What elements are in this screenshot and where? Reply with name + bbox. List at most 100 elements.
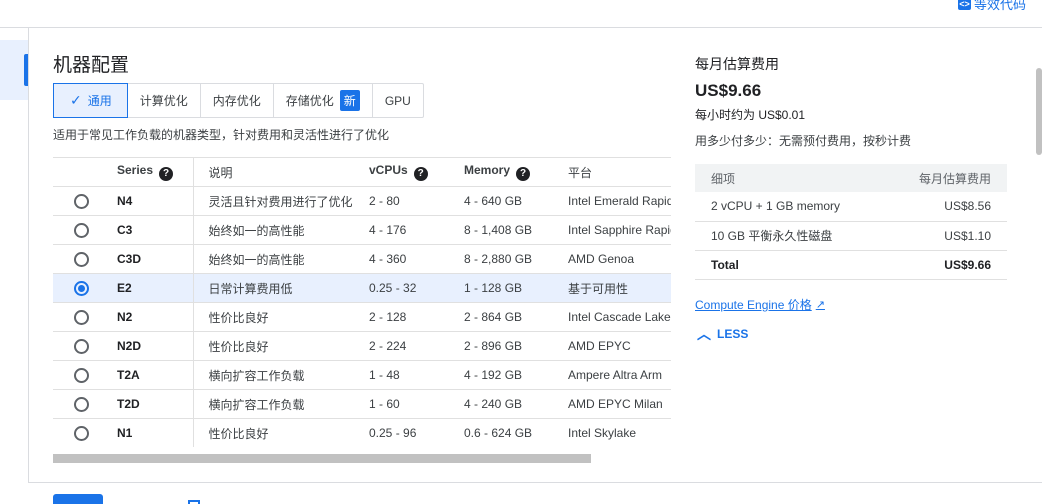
help-icon[interactable]: ? bbox=[413, 167, 428, 181]
radio-button[interactable] bbox=[73, 425, 89, 441]
cost-header-monthly: 每月估算费用 bbox=[851, 164, 1007, 192]
table-row[interactable]: N4 灵活且针对费用进行了优化 2 - 80 4 - 640 GB Intel … bbox=[53, 186, 671, 216]
primary-button[interactable] bbox=[53, 494, 103, 504]
cell-vcpus: 2 - 80 bbox=[369, 186, 464, 216]
cell-platform: AMD EPYC bbox=[568, 331, 671, 361]
radio-button[interactable] bbox=[73, 193, 89, 209]
tab-label: 内存优化 bbox=[212, 94, 261, 108]
header-series-label: Series bbox=[117, 163, 154, 177]
row-select[interactable] bbox=[53, 244, 109, 274]
help-icon[interactable]: ? bbox=[159, 167, 174, 181]
new-badge: 新 bbox=[339, 90, 360, 111]
cell-vcpus: 2 - 128 bbox=[369, 302, 464, 332]
tab-memory-optimized[interactable]: 内存优化 bbox=[201, 84, 274, 117]
tab-storage-optimized[interactable]: 存储优化 新 bbox=[274, 84, 373, 117]
row-select[interactable] bbox=[53, 389, 109, 419]
cell-description: 性价比良好 bbox=[192, 331, 369, 361]
cell-platform: Intel Sapphire Rapids bbox=[568, 215, 671, 245]
cell-platform: Ampere Altra Arm bbox=[568, 360, 671, 390]
radio-button[interactable] bbox=[73, 338, 89, 354]
cell-platform: AMD EPYC Milan bbox=[568, 389, 671, 419]
panel-divider bbox=[28, 28, 29, 482]
radio-button[interactable] bbox=[73, 309, 89, 325]
row-select[interactable] bbox=[53, 302, 109, 332]
cell-platform: Intel Cascade Lake bbox=[568, 302, 671, 332]
table-row[interactable]: N2D 性价比良好 2 - 224 2 - 896 GB AMD EPYC bbox=[53, 331, 671, 361]
cell-platform: Intel Emerald Rapids bbox=[568, 186, 671, 216]
machine-series-table: Series? 说明 vCPUs? Memory? 平台 N4 灵活且针对费用进… bbox=[53, 157, 671, 447]
table-row[interactable]: N2 性价比良好 2 - 128 2 - 864 GB Intel Cascad… bbox=[53, 302, 671, 332]
tab-gpu[interactable]: GPU bbox=[373, 84, 423, 117]
tab-general-purpose[interactable]: ✓ 通用 bbox=[53, 83, 128, 118]
monthly-estimate-amount: US$9.66 bbox=[695, 81, 762, 100]
cell-series: C3 bbox=[109, 215, 193, 245]
cell-series: C3D bbox=[109, 244, 193, 274]
cell-memory: 1 - 128 GB bbox=[464, 273, 568, 303]
table-row[interactable]: T2D 横向扩容工作负载 1 - 60 4 - 240 GB AMD EPYC … bbox=[53, 389, 671, 419]
row-select[interactable] bbox=[53, 360, 109, 390]
billing-note: 用多少付多少：无需预付费用，按秒计费 bbox=[695, 134, 912, 148]
cell-memory: 2 - 864 GB bbox=[464, 302, 568, 332]
cell-description: 始终如一的高性能 bbox=[192, 215, 369, 245]
header-series: Series? bbox=[109, 157, 193, 187]
tab-compute-optimized[interactable]: 计算优化 bbox=[128, 84, 201, 117]
cell-vcpus: 0.25 - 96 bbox=[369, 418, 464, 447]
family-description: 适用于常见工作负载的机器类型，针对费用和灵活性进行了优化 bbox=[53, 128, 390, 142]
compute-engine-pricing-link[interactable]: Compute Engine 价格 ↗ bbox=[695, 296, 825, 313]
table-row[interactable]: C3D 始终如一的高性能 4 - 360 8 - 2,880 GB AMD Ge… bbox=[53, 244, 671, 274]
tab-label: 通用 bbox=[87, 94, 112, 108]
tab-label: 存储优化 bbox=[285, 94, 334, 108]
left-nav-indicator[interactable] bbox=[0, 40, 28, 100]
help-icon[interactable]: ? bbox=[516, 167, 531, 181]
cell-description: 灵活且针对费用进行了优化 bbox=[192, 186, 369, 216]
table-row[interactable]: T2A 横向扩容工作负载 1 - 48 4 - 192 GB Ampere Al… bbox=[53, 360, 671, 390]
pricing-link-label: Compute Engine 价格 bbox=[695, 298, 812, 312]
cell-memory: 4 - 192 GB bbox=[464, 360, 568, 390]
row-select[interactable] bbox=[53, 418, 109, 447]
table-row[interactable]: C3 始终如一的高性能 4 - 176 8 - 1,408 GB Intel S… bbox=[53, 215, 671, 245]
less-label: LESS bbox=[717, 327, 749, 341]
row-select[interactable] bbox=[53, 215, 109, 245]
cell-memory: 0.6 - 624 GB bbox=[464, 418, 568, 447]
cell-vcpus: 0.25 - 32 bbox=[369, 273, 464, 303]
radio-button-selected[interactable] bbox=[73, 280, 89, 296]
header-memory: Memory? bbox=[464, 157, 568, 187]
cell-description: 性价比良好 bbox=[192, 302, 369, 332]
less-button[interactable]: ︿ LESS bbox=[697, 324, 748, 344]
radio-button[interactable] bbox=[73, 251, 89, 267]
cell-platform: AMD Genoa bbox=[568, 244, 671, 274]
cell-memory: 8 - 1,408 GB bbox=[464, 215, 568, 245]
top-bar: <> 等效代码 bbox=[0, 0, 1042, 28]
cell-vcpus: 4 - 360 bbox=[369, 244, 464, 274]
equivalent-code-link[interactable]: <> 等效代码 bbox=[957, 0, 1026, 13]
chevron-up-icon: ︿ bbox=[697, 326, 711, 342]
cell-platform: Intel Skylake bbox=[568, 418, 671, 447]
vertical-scrollbar[interactable] bbox=[1036, 68, 1042, 155]
table-row-selected[interactable]: E2 日常计算费用低 0.25 - 32 1 - 128 GB 基于可用性 bbox=[53, 273, 671, 303]
tab-label: GPU bbox=[384, 93, 411, 108]
cell-memory: 4 - 640 GB bbox=[464, 186, 568, 216]
cell-vcpus: 1 - 60 bbox=[369, 389, 464, 419]
equivalent-code-label: 等效代码 bbox=[973, 0, 1026, 12]
open-in-new-icon: ↗ bbox=[815, 299, 825, 311]
cell-description: 始终如一的高性能 bbox=[192, 244, 369, 274]
row-select[interactable] bbox=[53, 273, 109, 303]
horizontal-scrollbar[interactable] bbox=[53, 454, 591, 463]
cell-vcpus: 2 - 224 bbox=[369, 331, 464, 361]
table-header-row: Series? 说明 vCPUs? Memory? 平台 bbox=[53, 157, 671, 187]
cell-series: E2 bbox=[109, 273, 193, 303]
cell-description: 性价比良好 bbox=[192, 418, 369, 447]
machine-config-title: 机器配置 bbox=[53, 55, 130, 76]
radio-button[interactable] bbox=[73, 396, 89, 412]
cell-memory: 8 - 2,880 GB bbox=[464, 244, 568, 274]
cell-memory: 2 - 896 GB bbox=[464, 331, 568, 361]
table-row[interactable]: N1 性价比良好 0.25 - 96 0.6 - 624 GB Intel Sk… bbox=[53, 418, 671, 447]
row-select[interactable] bbox=[53, 186, 109, 216]
cell-series: T2A bbox=[109, 360, 193, 390]
cell-vcpus: 4 - 176 bbox=[369, 215, 464, 245]
cell-description: 日常计算费用低 bbox=[192, 273, 369, 303]
radio-button[interactable] bbox=[73, 367, 89, 383]
row-select[interactable] bbox=[53, 331, 109, 361]
cell-vcpus: 1 - 48 bbox=[369, 360, 464, 390]
radio-button[interactable] bbox=[73, 222, 89, 238]
